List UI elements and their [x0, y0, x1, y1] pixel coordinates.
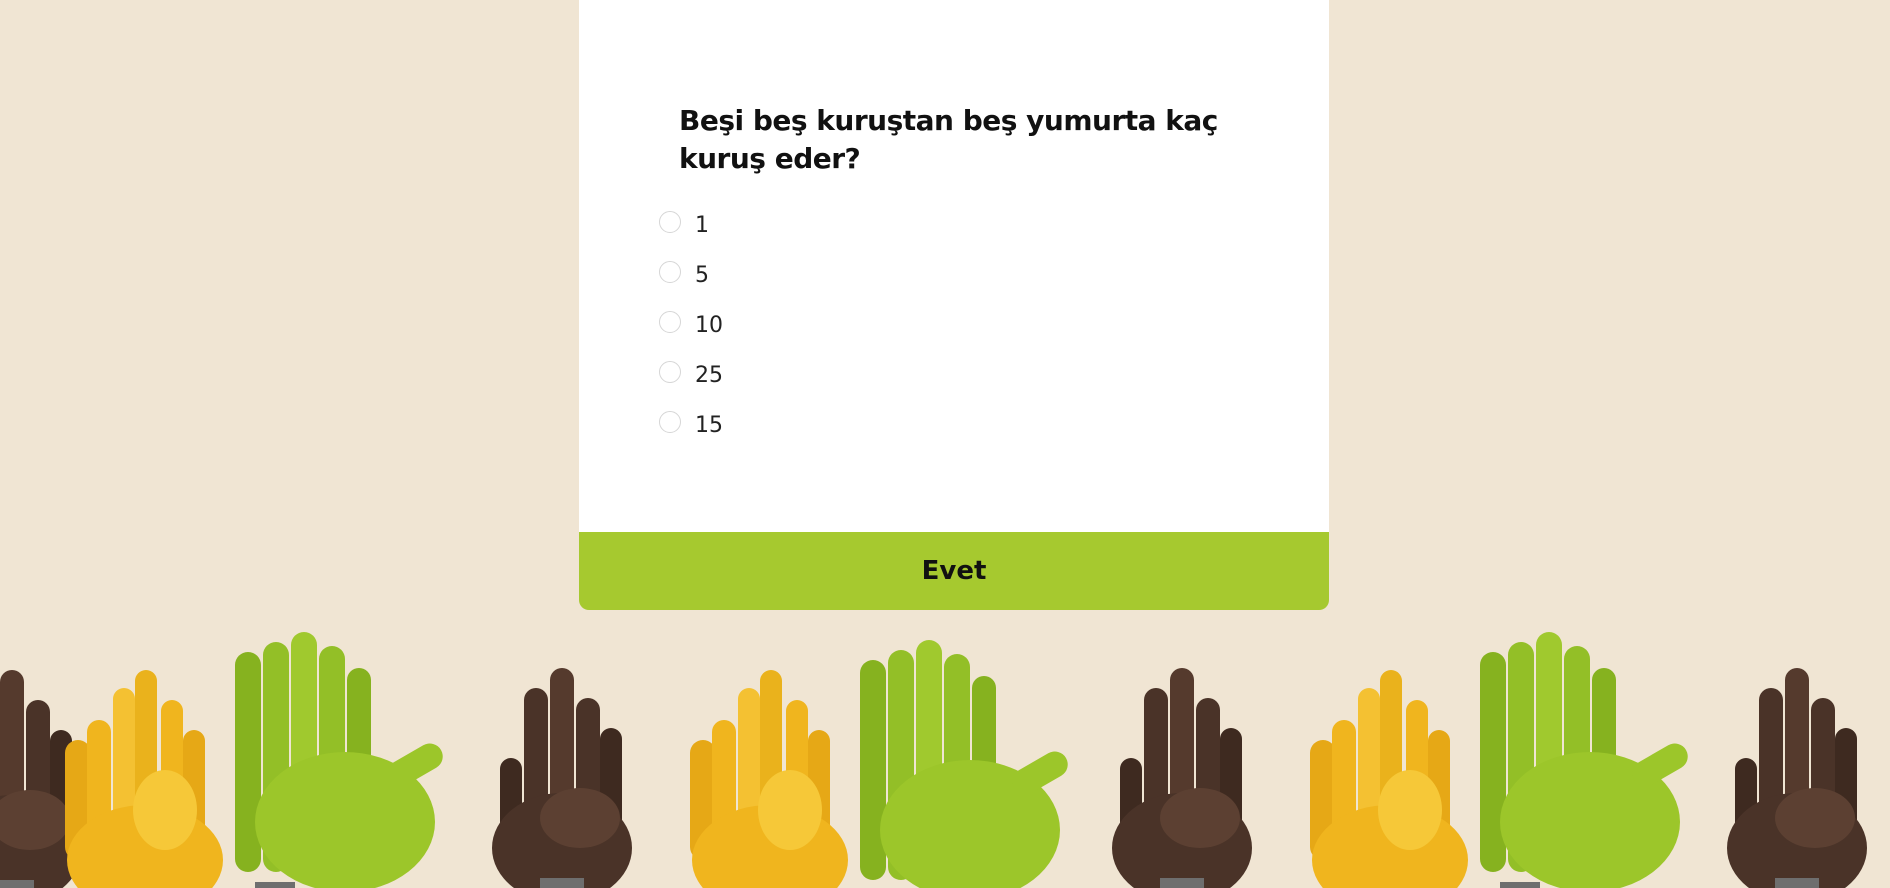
yellow-crossed-fingers-hand-icon	[1310, 670, 1468, 888]
option-label: 10	[695, 312, 723, 338]
answer-options: 1 5 10 25 15	[659, 200, 1059, 450]
option-label: 25	[695, 362, 723, 388]
yellow-crossed-fingers-hand-icon	[690, 670, 848, 888]
green-waving-hand-icon	[860, 640, 1073, 888]
radio-button[interactable]	[659, 411, 681, 433]
question-text: Beşi beş kuruştan beş yumurta kaç kuruş …	[679, 104, 1218, 175]
hands-illustration	[0, 632, 1867, 888]
yellow-crossed-fingers-hand-icon	[65, 670, 223, 888]
option-1[interactable]: 1	[659, 200, 1059, 250]
option-label: 1	[695, 212, 709, 238]
radio-button[interactable]	[659, 261, 681, 283]
quiz-card: Beşi beş kuruştan beş yumurta kaç kuruş …	[579, 0, 1329, 532]
radio-button[interactable]	[659, 361, 681, 383]
option-5[interactable]: 5	[659, 250, 1059, 300]
option-15[interactable]: 15	[659, 400, 1059, 450]
radio-button[interactable]	[659, 311, 681, 333]
option-label: 5	[695, 262, 709, 288]
submit-button[interactable]: Evet	[579, 532, 1329, 610]
green-waving-hand-icon	[1480, 632, 1693, 888]
green-waving-hand-icon	[235, 632, 448, 888]
brown-peace-hand-icon	[492, 668, 632, 888]
option-25[interactable]: 25	[659, 350, 1059, 400]
option-label: 15	[695, 412, 723, 438]
brown-peace-hand-icon	[1727, 668, 1867, 888]
option-10[interactable]: 10	[659, 300, 1059, 350]
brown-peace-hand-icon	[1112, 668, 1252, 888]
radio-button[interactable]	[659, 211, 681, 233]
